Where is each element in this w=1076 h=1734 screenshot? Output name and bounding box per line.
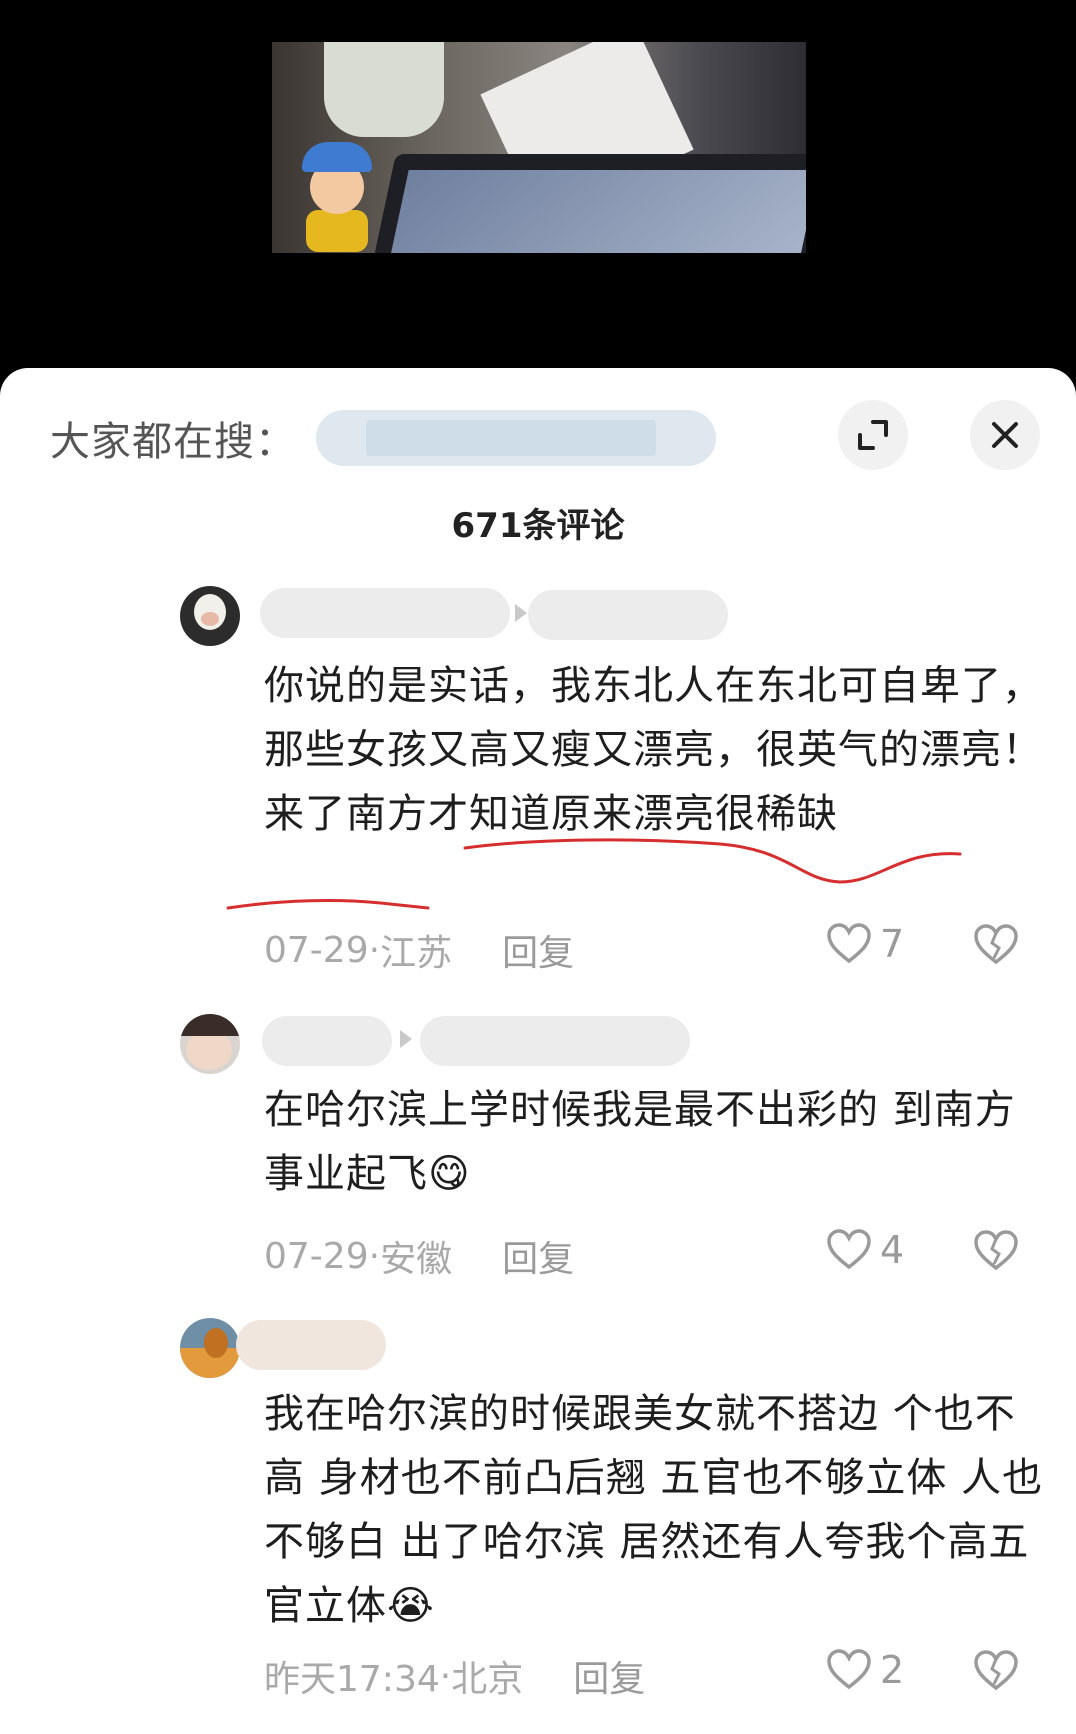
comment-location: 安徽 [380,1239,453,1280]
comment-count: 671条评论 [451,506,625,546]
reply-button[interactable]: 回复 [502,1230,574,1282]
comment-text: 我在哈尔滨的时候跟美女就不搭边 个也不高 身材也不前凸后翘 五官也不够立体 人也… [264,1382,1044,1638]
dislike-button[interactable] [973,1650,1019,1696]
avatar[interactable] [180,1318,240,1378]
meta-separator: · [368,929,381,971]
reply-target-redacted[interactable] [420,1016,690,1066]
dislike-button[interactable] [973,924,1019,970]
comment-meta: 昨天17:34 · 北京 回复 [264,1650,645,1702]
reply-arrow-icon [400,1030,412,1048]
close-button[interactable] [970,400,1040,470]
comment-text: 在哈尔滨上学时候我是最不出彩的 到南方事业起飞😋 [264,1078,1044,1206]
broken-heart-icon [974,924,1018,965]
laptop-screen-shape [385,170,806,253]
search-label: 大家都在搜： [50,419,296,465]
expand-button[interactable] [838,400,908,470]
comment-meta: 07-29 · 安徽 回复 [264,1230,574,1282]
like-count: 7 [880,922,905,966]
comment-location: 江苏 [380,933,453,974]
comment-date: 昨天17:34 [264,1659,440,1700]
reply-button[interactable]: 回复 [502,924,574,976]
comment-sheet: 大家都在搜： 671条评论 你说的是实话，我东北人在东北可自卑了，那些女孩又高又… [0,368,1076,1734]
comment-meta: 07-29 · 江苏 回复 [264,924,574,976]
search-suggestion-row[interactable]: 大家都在搜： [50,408,296,468]
heart-icon [827,1229,871,1270]
like-button[interactable]: 4 [826,1228,904,1272]
reply-button[interactable]: 回复 [573,1650,645,1702]
avatar[interactable] [180,1014,240,1074]
comment-location: 北京 [451,1659,524,1700]
dislike-button[interactable] [973,1230,1019,1276]
expand-icon [858,420,888,450]
heart-icon [827,1649,871,1690]
reply-target-redacted[interactable] [528,590,728,640]
reply-arrow-icon [515,604,527,622]
broken-heart-icon [974,1230,1018,1271]
comment-text-body: 在哈尔滨上学时候我是最不出彩的 到南方事业起飞 [264,1087,1016,1197]
meta-separator: · [439,1655,452,1697]
comment-text-body: 我在哈尔滨的时候跟美女就不搭边 个也不高 身材也不前凸后翘 五官也不够立体 人也… [264,1391,1044,1629]
emoji: 😭 [387,1583,435,1629]
broken-heart-icon [974,1650,1018,1691]
username-redacted[interactable] [236,1320,386,1370]
like-count: 2 [880,1648,905,1692]
comment-date: 07-29 [264,1235,369,1277]
heart-icon [827,923,871,964]
username-redacted[interactable] [260,588,510,638]
meta-separator: · [368,1235,381,1277]
video-player[interactable] [0,0,1076,380]
close-icon [992,422,1018,448]
emoji: 😋 [428,1151,471,1197]
comment-text: 你说的是实话，我东北人在东北可自卑了，那些女孩又高又瘦又漂亮，很英气的漂亮！ 来… [264,663,1043,837]
like-count: 4 [880,1228,905,1272]
video-frame [272,42,806,253]
username-redacted[interactable] [262,1016,392,1066]
kettle-shape [324,42,444,137]
doll-figurine [292,142,382,252]
comment-date: 07-29 [264,929,369,971]
like-button[interactable]: 7 [826,922,904,966]
like-button[interactable]: 2 [826,1648,904,1692]
search-keyword-redacted[interactable] [316,410,716,466]
avatar[interactable] [180,586,240,646]
